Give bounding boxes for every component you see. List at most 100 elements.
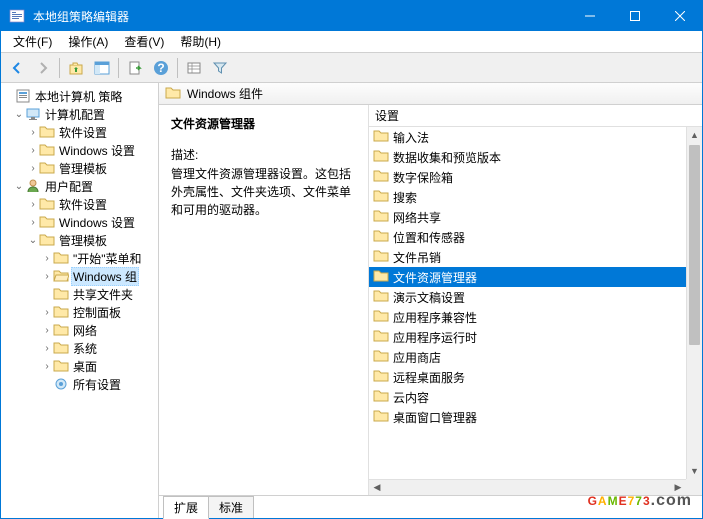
minimize-button[interactable] [567, 1, 612, 31]
tree-item[interactable]: ›控制面板 [3, 303, 156, 321]
export-button[interactable] [123, 56, 147, 80]
settings-icon [53, 376, 69, 392]
back-button[interactable] [5, 56, 29, 80]
expand-icon[interactable]: › [41, 325, 53, 336]
list-item[interactable]: 应用商店 [369, 347, 686, 367]
selected-item-title: 文件资源管理器 [171, 115, 356, 132]
collapse-icon[interactable]: ⌄ [13, 109, 25, 120]
tree-item[interactable]: ›系统 [3, 339, 156, 357]
list-item[interactable]: 云内容 [369, 387, 686, 407]
folder-icon [39, 214, 55, 230]
vertical-scrollbar[interactable]: ▲ ▼ [686, 127, 702, 479]
list-item[interactable]: 桌面窗口管理器 [369, 407, 686, 427]
help-button[interactable]: ? [149, 56, 173, 80]
tree-item[interactable]: ›桌面 [3, 357, 156, 375]
tree-item[interactable]: ›Windows 设置 [3, 213, 156, 231]
horizontal-scrollbar[interactable]: ◀ ▶ [369, 479, 686, 495]
list-item[interactable]: 应用程序运行时 [369, 327, 686, 347]
list-item[interactable]: 输入法 [369, 127, 686, 147]
folder-icon [373, 389, 389, 405]
tree-item[interactable]: ›Windows 设置 [3, 141, 156, 159]
svg-text:?: ? [157, 61, 164, 75]
close-button[interactable] [657, 1, 702, 31]
folder-icon [373, 229, 389, 245]
tree-item[interactable]: 所有设置 [3, 375, 156, 393]
tree-item[interactable]: 共享文件夹 [3, 285, 156, 303]
tab-extended[interactable]: 扩展 [163, 496, 209, 519]
collapse-icon[interactable]: ⌄ [13, 181, 25, 192]
menu-view[interactable]: 查看(V) [116, 31, 172, 52]
expand-icon[interactable]: › [27, 199, 39, 210]
tree-item-windows-components[interactable]: ›Windows 组 [3, 267, 156, 285]
expand-icon[interactable]: › [27, 127, 39, 138]
expand-icon[interactable]: › [27, 163, 39, 174]
scroll-up-icon[interactable]: ▲ [687, 127, 702, 143]
tab-standard[interactable]: 标准 [208, 496, 254, 518]
show-hide-tree-button[interactable] [90, 56, 114, 80]
description-text: 管理文件资源管理器设置。这包括外壳属性、文件夹选项、文件菜单和可用的驱动器。 [171, 165, 356, 219]
list-item[interactable]: 应用程序兼容性 [369, 307, 686, 327]
scroll-right-icon[interactable]: ▶ [670, 480, 686, 495]
list-item[interactable]: 演示文稿设置 [369, 287, 686, 307]
expand-icon[interactable]: › [41, 343, 53, 354]
folder-icon [373, 329, 389, 345]
tree-computer-config[interactable]: ⌄计算机配置 [3, 105, 156, 123]
collapse-icon[interactable]: ⌄ [27, 235, 39, 246]
list-item-label: 远程桌面服务 [393, 369, 465, 386]
details-button[interactable] [182, 56, 206, 80]
tree-item[interactable]: ›"开始"菜单和 [3, 249, 156, 267]
list-item[interactable]: 数据收集和预览版本 [369, 147, 686, 167]
menu-file[interactable]: 文件(F) [5, 31, 60, 52]
tree-pane[interactable]: 本地计算机 策略 ⌄计算机配置 ›软件设置 ›Windows 设置 ›管理模板 … [1, 83, 159, 518]
tree-item[interactable]: ›管理模板 [3, 159, 156, 177]
menubar: 文件(F) 操作(A) 查看(V) 帮助(H) [1, 31, 702, 53]
list-item-label: 位置和传感器 [393, 229, 465, 246]
expand-icon[interactable]: › [41, 271, 53, 282]
titlebar: 本地组策略编辑器 [1, 1, 702, 31]
maximize-button[interactable] [612, 1, 657, 31]
folder-icon [373, 309, 389, 325]
folder-icon [373, 249, 389, 265]
expand-icon[interactable]: › [41, 361, 53, 372]
list-item[interactable]: 文件吊销 [369, 247, 686, 267]
list-item-label: 文件资源管理器 [393, 269, 477, 286]
expand-icon[interactable]: › [41, 307, 53, 318]
folder-icon [39, 232, 55, 248]
folder-icon [53, 358, 69, 374]
expand-icon[interactable]: › [27, 145, 39, 156]
up-button[interactable] [64, 56, 88, 80]
tree-item[interactable]: ›软件设置 [3, 195, 156, 213]
list-item[interactable]: 位置和传感器 [369, 227, 686, 247]
tree-user-config[interactable]: ⌄用户配置 [3, 177, 156, 195]
expand-icon[interactable]: › [27, 217, 39, 228]
tree-root[interactable]: 本地计算机 策略 [3, 87, 156, 105]
list-item-label: 应用程序运行时 [393, 329, 477, 346]
folder-icon [39, 196, 55, 212]
list-item[interactable]: 文件资源管理器 [369, 267, 686, 287]
scroll-thumb[interactable] [689, 145, 700, 345]
forward-button[interactable] [31, 56, 55, 80]
folder-icon [373, 409, 389, 425]
list-item-label: 搜索 [393, 189, 417, 206]
menu-action[interactable]: 操作(A) [60, 31, 116, 52]
list-item[interactable]: 远程桌面服务 [369, 367, 686, 387]
tree-item[interactable]: ›软件设置 [3, 123, 156, 141]
menu-help[interactable]: 帮助(H) [172, 31, 229, 52]
expand-icon[interactable]: › [41, 253, 53, 264]
tree-item[interactable]: ›网络 [3, 321, 156, 339]
scroll-left-icon[interactable]: ◀ [369, 480, 385, 495]
toolbar-separator [118, 58, 119, 78]
tree-item[interactable]: ⌄管理模板 [3, 231, 156, 249]
filter-button[interactable] [208, 56, 232, 80]
toolbar-separator [177, 58, 178, 78]
list-item-label: 应用程序兼容性 [393, 309, 477, 326]
list-item[interactable]: 搜索 [369, 187, 686, 207]
scroll-down-icon[interactable]: ▼ [687, 463, 702, 479]
list-item[interactable]: 网络共享 [369, 207, 686, 227]
folder-icon [39, 142, 55, 158]
list-item[interactable]: 数字保险箱 [369, 167, 686, 187]
folder-icon [373, 189, 389, 205]
list-column-header[interactable]: 设置 [369, 105, 702, 127]
folder-icon [39, 160, 55, 176]
list-item-label: 桌面窗口管理器 [393, 409, 477, 426]
